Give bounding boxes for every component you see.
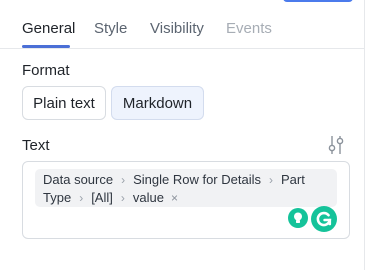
tab-style[interactable]: Style — [94, 20, 127, 37]
path-segment-data-source: Data source — [43, 172, 114, 187]
format-label: Format — [22, 62, 70, 79]
plain-text-button[interactable]: Plain text — [22, 86, 106, 120]
tab-events[interactable]: Events — [226, 20, 272, 37]
path-segment-single-row: Single Row for Details — [133, 172, 261, 187]
data-path-line-2: Type › [All] › value × — [43, 190, 178, 205]
markdown-button[interactable]: Markdown — [111, 86, 204, 120]
path-segment-type: Type — [43, 190, 72, 205]
tab-general[interactable]: General — [22, 20, 75, 37]
tab-bar: General Style Visibility Events — [0, 0, 365, 49]
sliders-icon[interactable] — [328, 135, 344, 155]
active-tab-indicator — [22, 45, 70, 48]
data-path-line-1: Data source › Single Row for Details › Part — [43, 172, 305, 187]
path-segment-value: value — [132, 190, 164, 205]
markdown-button-label: Markdown — [122, 94, 193, 112]
path-separator-icon: › — [79, 191, 84, 205]
tab-visibility[interactable]: Visibility — [150, 20, 204, 37]
path-segment-part: Part — [280, 172, 305, 187]
path-separator-icon: › — [120, 191, 125, 205]
grammarly-icon[interactable] — [311, 206, 337, 232]
text-label: Text — [22, 137, 50, 154]
remove-path-icon[interactable]: × — [171, 191, 178, 205]
data-path-chip[interactable]: Data source › Single Row for Details › Part … — [35, 169, 337, 207]
path-separator-icon: › — [121, 173, 126, 187]
plain-text-button-label: Plain text — [33, 94, 95, 112]
lightbulb-icon[interactable] — [288, 208, 308, 228]
path-separator-icon: › — [268, 173, 273, 187]
path-segment-all: [All] — [91, 190, 113, 205]
